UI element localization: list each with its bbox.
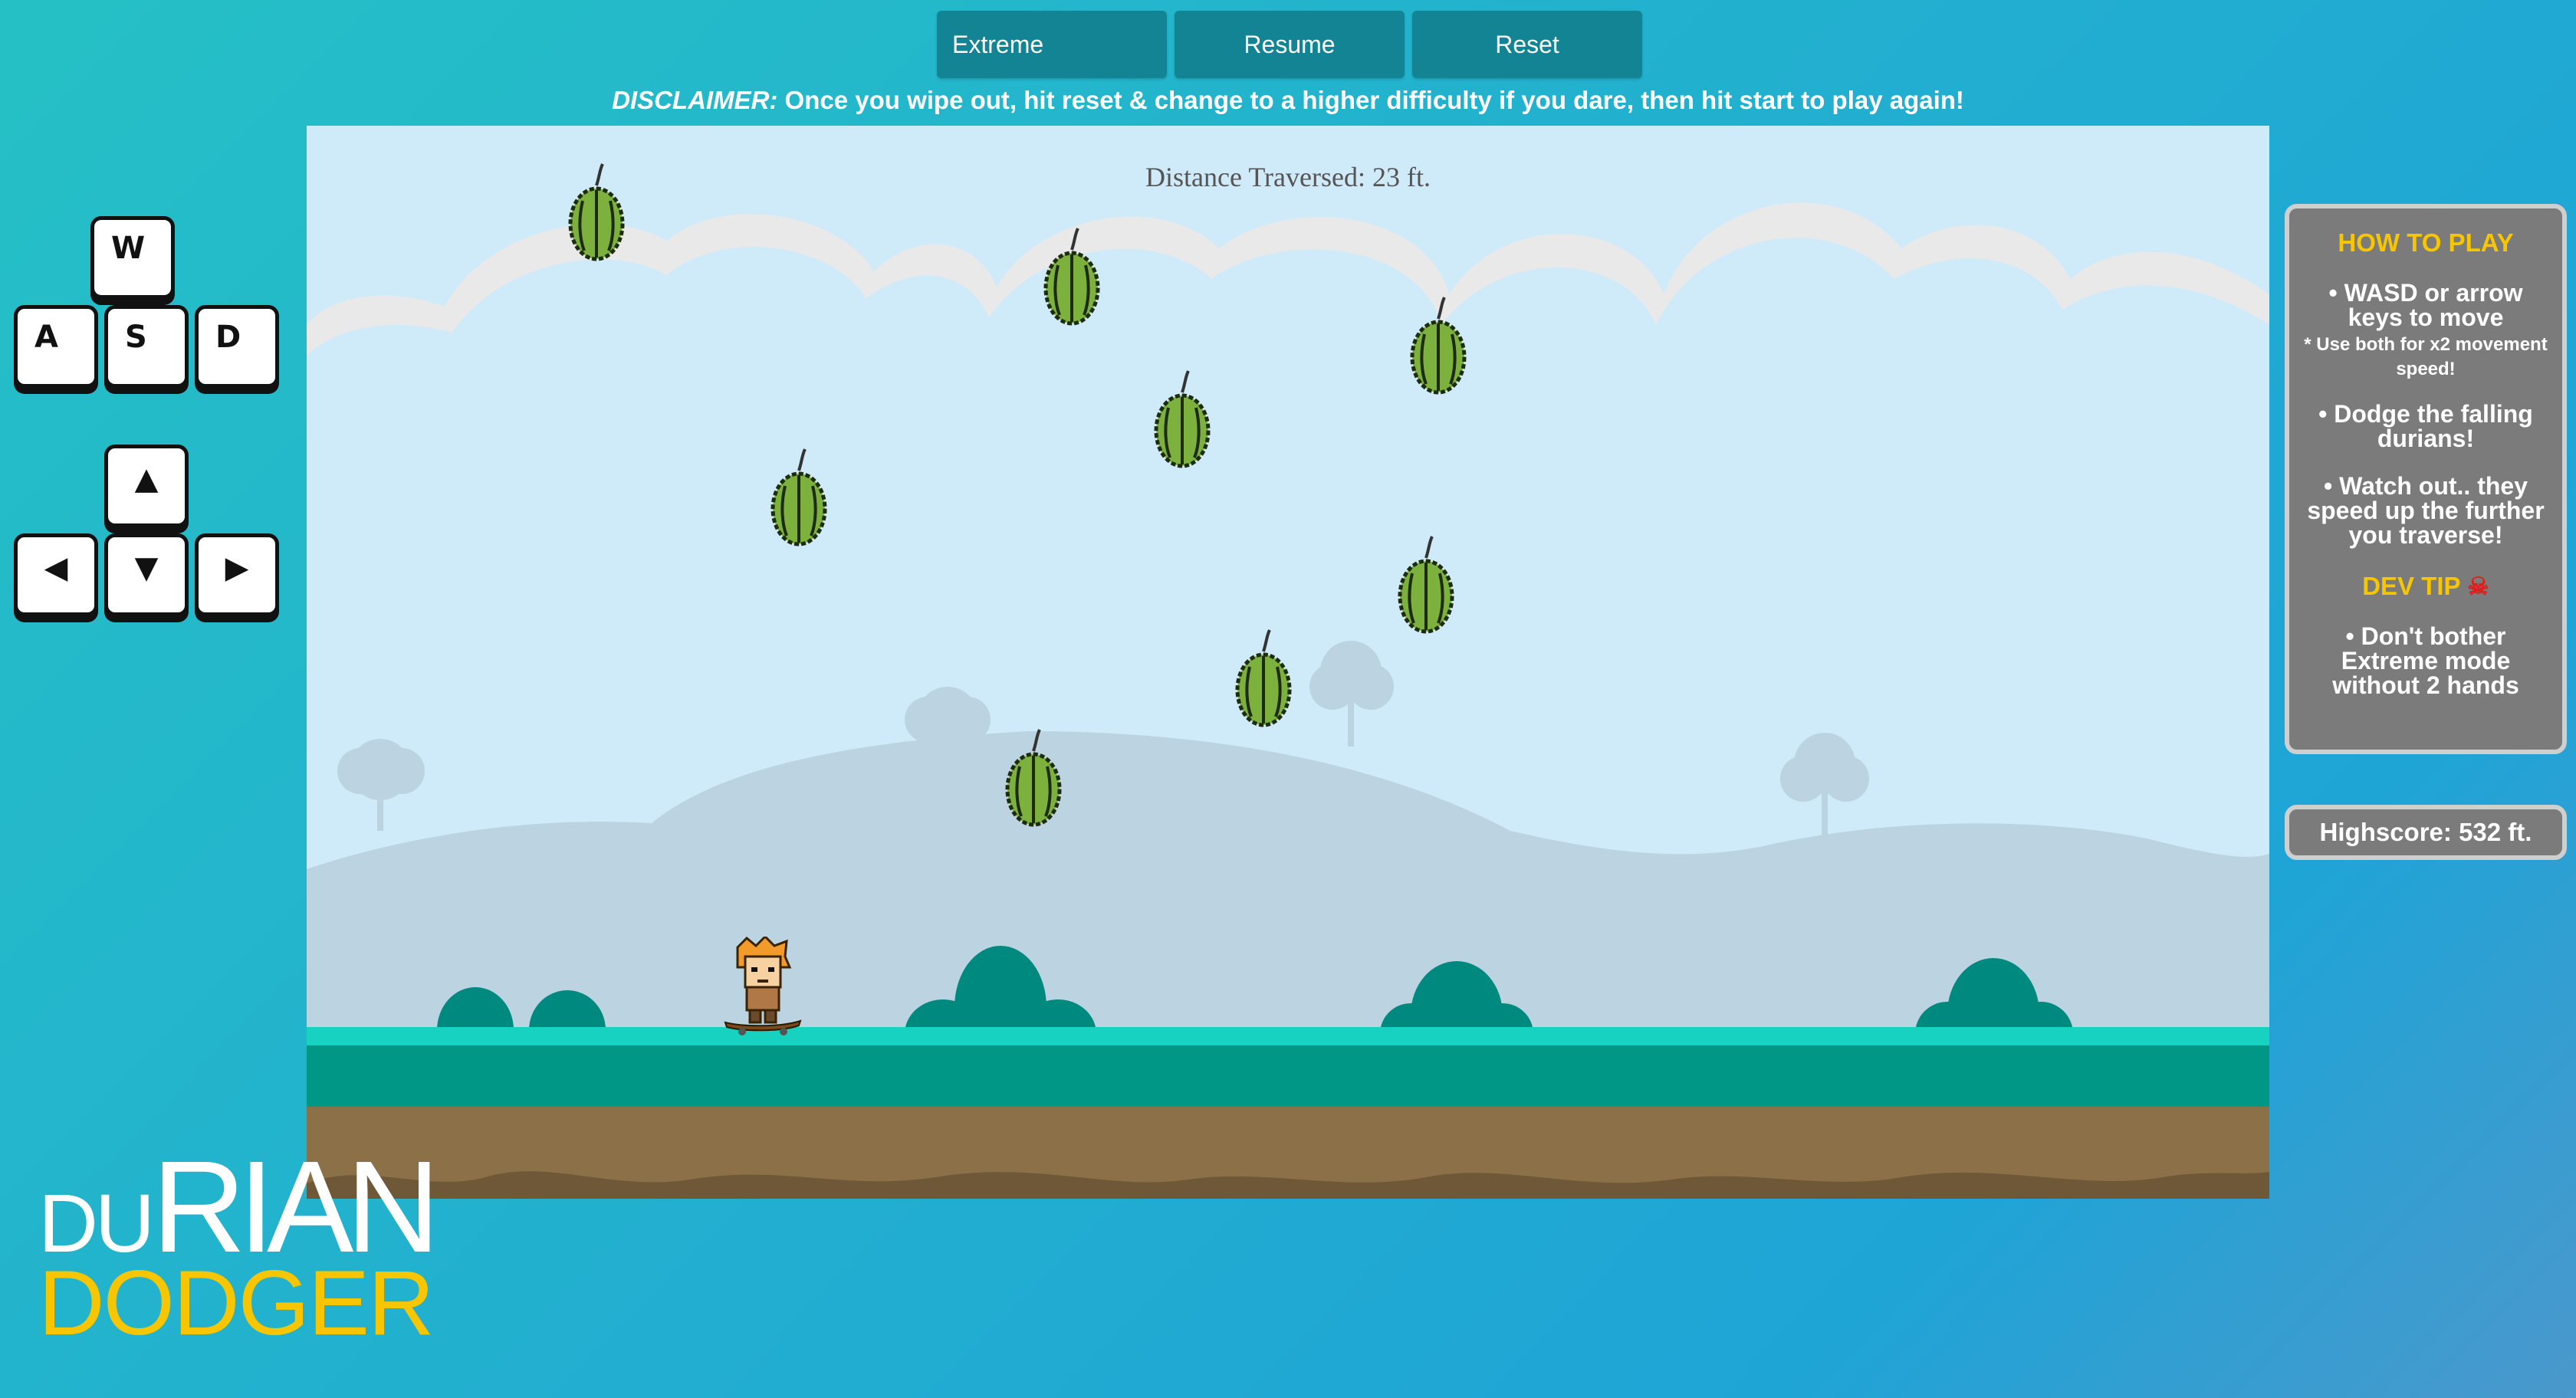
durian-icon bbox=[770, 448, 827, 546]
key-up-icon: ▲ bbox=[104, 445, 189, 527]
instruction-speed: • Watch out.. they speed up the further … bbox=[2307, 472, 2545, 549]
extreme-button[interactable]: Extreme bbox=[937, 11, 1167, 78]
how-to-play-title: HOW TO PLAY bbox=[2338, 228, 2514, 257]
highscore-badge: Highscore: 532 ft. bbox=[2285, 805, 2567, 860]
key-right-icon: ▶ bbox=[195, 533, 279, 616]
disclaimer-lead: DISCLAIMER: bbox=[612, 86, 778, 114]
game-logo: DURIAN DODGER bbox=[38, 1142, 440, 1354]
dev-tip-heading: DEV TIP ☠ bbox=[2303, 572, 2548, 601]
durian-icon bbox=[1005, 729, 1062, 827]
dev-tip-title: DEV TIP bbox=[2362, 572, 2460, 600]
key-down-icon: ▼ bbox=[104, 533, 189, 616]
key-a: A bbox=[14, 305, 98, 388]
durian-icon bbox=[1154, 370, 1211, 468]
dev-tip-text: • Don't bother Extreme mode without 2 ha… bbox=[2332, 622, 2519, 699]
arrow-keys: ▲ ◀ ▼ ▶ bbox=[14, 445, 290, 636]
durian-icon bbox=[1043, 228, 1100, 326]
player-skater-icon bbox=[724, 937, 802, 1035]
durian-icon bbox=[568, 163, 625, 261]
key-left-icon: ◀ bbox=[14, 533, 98, 616]
durian-icon bbox=[1235, 629, 1292, 727]
grass bbox=[307, 1045, 2269, 1107]
top-controls: Extreme Resume Reset bbox=[937, 11, 1642, 78]
how-to-play-panel: HOW TO PLAY • WASD or arrow keys to move… bbox=[2285, 204, 2567, 754]
durian-icon bbox=[1410, 297, 1467, 395]
reset-button[interactable]: Reset bbox=[1412, 11, 1642, 78]
key-w: W bbox=[90, 216, 175, 299]
instruction-move-note: * Use both for x2 movement speed! bbox=[2304, 334, 2548, 379]
wasd-keys: W A S D bbox=[14, 216, 290, 408]
durian-icon bbox=[1398, 536, 1454, 634]
disclaimer-text: Once you wipe out, hit reset & change to… bbox=[777, 86, 1964, 114]
game-canvas[interactable]: Distance Traversed: 23 ft. bbox=[307, 126, 2269, 1199]
key-s: S bbox=[104, 305, 189, 388]
disclaimer: DISCLAIMER: Once you wipe out, hit reset… bbox=[0, 86, 2576, 115]
instruction-dodge: • Dodge the falling durians! bbox=[2318, 400, 2533, 452]
skull-icon: ☠ bbox=[2467, 573, 2489, 600]
key-d: D bbox=[195, 305, 279, 388]
grass-top bbox=[307, 1027, 2269, 1045]
resume-button[interactable]: Resume bbox=[1175, 11, 1405, 78]
logo-dodger: DODGER bbox=[38, 1252, 435, 1354]
instruction-move: • WASD or arrow keys to move bbox=[2328, 279, 2523, 331]
